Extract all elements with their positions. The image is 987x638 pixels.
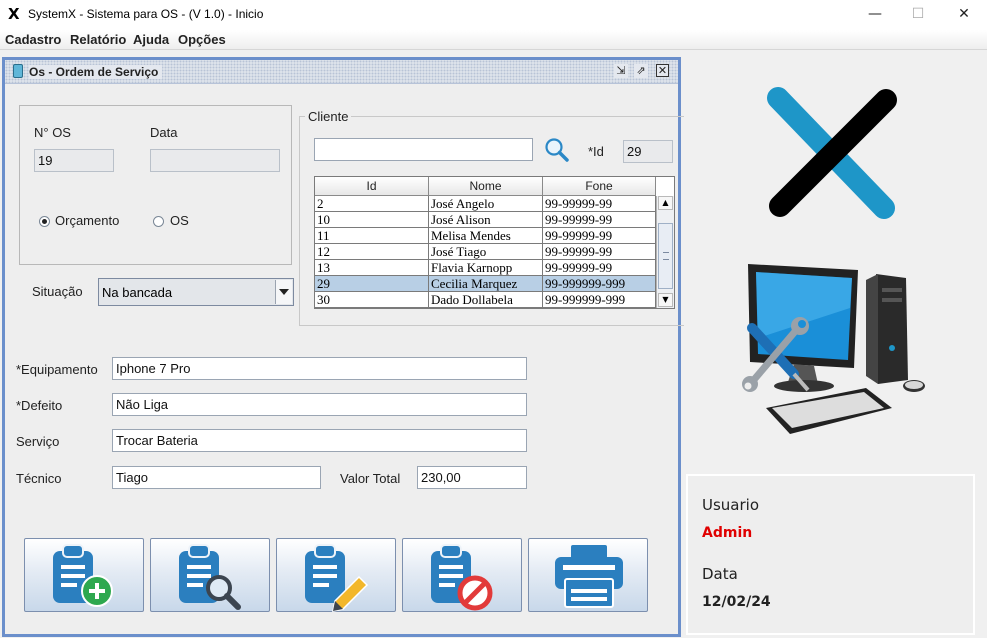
- print-os-button[interactable]: [528, 538, 648, 612]
- column-header-fone[interactable]: Fone: [543, 177, 656, 196]
- search-icon[interactable]: [544, 137, 570, 163]
- cell-fone[interactable]: 99-99999-99: [543, 212, 656, 228]
- data-value: 12/02/24: [702, 594, 771, 610]
- defeito-field[interactable]: Não Liga: [112, 393, 527, 416]
- close-frame-icon[interactable]: ✕: [656, 64, 669, 77]
- column-header-id[interactable]: Id: [315, 177, 429, 196]
- orcamento-radio[interactable]: [39, 216, 50, 227]
- cell-nome[interactable]: José Tiago: [429, 244, 543, 260]
- defeito-label: *Defeito: [16, 398, 63, 413]
- user-info-panel: Usuario Admin Data 12/02/24: [686, 474, 975, 635]
- menu-relatorio[interactable]: Relatório: [70, 32, 126, 47]
- cell-fone[interactable]: 99-999999-999: [543, 292, 656, 308]
- cell-fone[interactable]: 99-999999-999: [543, 276, 656, 292]
- usuario-value: Admin: [702, 525, 753, 541]
- menu-ajuda[interactable]: Ajuda: [133, 32, 169, 47]
- cell-fone[interactable]: 99-99999-99: [543, 244, 656, 260]
- id-label: *Id: [588, 144, 604, 159]
- os-number-field[interactable]: 19: [34, 149, 114, 172]
- cell-nome[interactable]: Dado Dollabela: [429, 292, 543, 308]
- cell-id[interactable]: 10: [315, 212, 429, 228]
- table-row[interactable]: 12 José Tiago 99-99999-99: [315, 244, 656, 260]
- systemx-logo-icon: [767, 87, 897, 219]
- printer-icon: [555, 545, 623, 608]
- equipamento-field[interactable]: Iphone 7 Pro: [112, 357, 527, 380]
- os-info-group: N° OS Data 19 Orçamento OS: [19, 105, 292, 265]
- close-button[interactable]: ✕: [941, 0, 987, 30]
- cell-fone[interactable]: 99-99999-99: [543, 196, 656, 212]
- cell-nome[interactable]: Cecilia Marquez: [429, 276, 543, 292]
- clipboard-delete-icon: [431, 544, 493, 611]
- orcamento-label[interactable]: Orçamento: [55, 213, 119, 228]
- clipboard-add-icon: [53, 544, 113, 607]
- column-header-nome[interactable]: Nome: [429, 177, 543, 196]
- cell-id[interactable]: 29: [315, 276, 429, 292]
- edit-os-button[interactable]: [276, 538, 396, 612]
- os-radio-label[interactable]: OS: [170, 213, 189, 228]
- date-field[interactable]: [150, 149, 280, 172]
- cliente-legend: Cliente: [305, 109, 352, 124]
- delete-os-button[interactable]: [402, 538, 522, 612]
- add-os-button[interactable]: [24, 538, 144, 612]
- cliente-id-field[interactable]: 29: [623, 140, 673, 163]
- cell-id[interactable]: 30: [315, 292, 429, 308]
- iconify-icon[interactable]: ⇲: [614, 64, 628, 78]
- window-titlebar: X SystemX - Sistema para OS - (V 1.0) - …: [0, 0, 987, 30]
- cell-nome[interactable]: Melisa Mendes: [429, 228, 543, 244]
- table-row[interactable]: 30 Dado Dollabela 99-999999-999: [315, 292, 656, 308]
- search-os-button[interactable]: [150, 538, 270, 612]
- cell-nome[interactable]: Flavia Karnopp: [429, 260, 543, 276]
- tecnico-label: Técnico: [16, 471, 62, 486]
- minimize-button[interactable]: —: [852, 0, 898, 30]
- menu-opcoes[interactable]: Opções: [178, 32, 226, 47]
- clipboard-edit-icon: [305, 544, 369, 612]
- scroll-thumb[interactable]: [658, 223, 673, 289]
- data-label: Data: [702, 565, 738, 583]
- cell-id[interactable]: 11: [315, 228, 429, 244]
- frame-title: Os - Ordem de Serviço: [29, 65, 163, 79]
- cell-id[interactable]: 2: [315, 196, 429, 212]
- table-row[interactable]: 11 Melisa Mendes 99-99999-99: [315, 228, 656, 244]
- menu-bar: Cadastro Relatório Ajuda Opções: [0, 30, 987, 50]
- window-title: SystemX - Sistema para OS - (V 1.0) - In…: [28, 7, 264, 21]
- clientes-table: Id Nome Fone 2 José Angelo 99-99999-99 10 Jo…: [314, 176, 675, 309]
- cell-id[interactable]: 13: [315, 260, 429, 276]
- table-row[interactable]: 29 Cecilia Marquez 99-999999-999: [315, 276, 656, 292]
- os-internal-frame: Os - Ordem de Serviço ⇲ ⇗ ✕ N° OS Data 1…: [2, 57, 684, 637]
- clipboard-icon: [13, 64, 23, 78]
- clipboard-search-icon: [179, 544, 241, 610]
- valor-total-field[interactable]: 230,00: [417, 466, 527, 489]
- menu-cadastro[interactable]: Cadastro: [5, 32, 61, 47]
- scroll-down-icon[interactable]: ▼: [658, 293, 673, 307]
- tecnico-field[interactable]: Tiago: [112, 466, 321, 489]
- table-row[interactable]: 2 José Angelo 99-99999-99: [315, 196, 656, 212]
- cell-nome[interactable]: José Alison: [429, 212, 543, 228]
- situacao-label: Situação: [32, 284, 83, 299]
- maximize-button[interactable]: ☐: [895, 0, 941, 30]
- servico-label: Serviço: [16, 434, 60, 449]
- scroll-up-icon[interactable]: ▲: [658, 196, 673, 210]
- cell-fone[interactable]: 99-99999-99: [543, 260, 656, 276]
- servico-field[interactable]: Trocar Bateria: [112, 429, 527, 452]
- cell-fone[interactable]: 99-99999-99: [543, 228, 656, 244]
- chevron-down-icon[interactable]: [275, 280, 292, 304]
- usuario-label: Usuario: [702, 496, 760, 514]
- date-label: Data: [150, 125, 178, 140]
- table-scrollbar[interactable]: ▲ ▼: [656, 196, 674, 308]
- cell-id[interactable]: 12: [315, 244, 429, 260]
- computer-repair-icon: [742, 264, 925, 434]
- cell-nome[interactable]: José Angelo: [429, 196, 543, 212]
- os-number-label: N° OS: [34, 125, 71, 140]
- situacao-value: Na bancada: [102, 285, 173, 300]
- os-radio[interactable]: [153, 216, 164, 227]
- valor-total-label: Valor Total: [340, 471, 401, 486]
- frame-titlebar[interactable]: Os - Ordem de Serviço ⇲ ⇗ ✕: [5, 60, 678, 84]
- cliente-search-input[interactable]: [314, 138, 533, 161]
- table-row[interactable]: 10 José Alison 99-99999-99: [315, 212, 656, 228]
- app-logo-icon: X: [8, 5, 20, 23]
- maximize-frame-icon[interactable]: ⇗: [634, 64, 648, 78]
- table-row[interactable]: 13 Flavia Karnopp 99-99999-99: [315, 260, 656, 276]
- equipamento-label: *Equipamento: [16, 362, 98, 377]
- situacao-select[interactable]: Na bancada: [98, 278, 294, 306]
